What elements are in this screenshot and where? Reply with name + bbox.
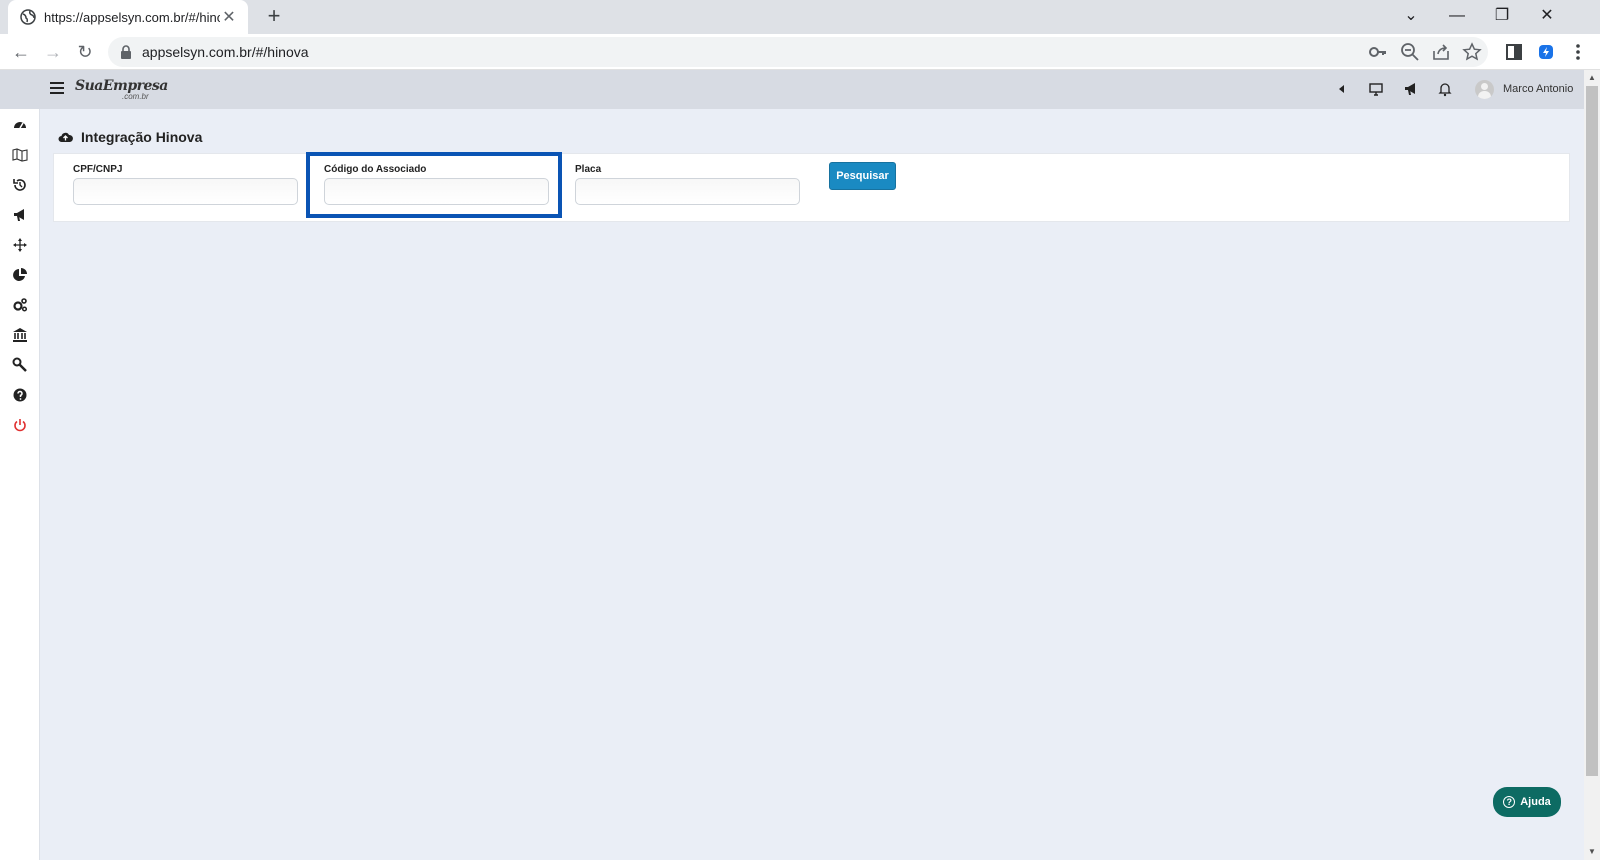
scroll-thumb[interactable] xyxy=(1586,86,1598,776)
restore-icon[interactable]: ❐ xyxy=(1487,4,1517,28)
hamburger-menu-icon[interactable] xyxy=(50,82,64,96)
monitor-icon[interactable] xyxy=(1368,81,1384,97)
side-panel-icon[interactable] xyxy=(1502,40,1526,64)
sidebar xyxy=(0,109,40,860)
scroll-up-icon[interactable]: ▲ xyxy=(1588,73,1596,82)
cpf-label: CPF/CNPJ xyxy=(73,164,123,175)
address-url: appselsyn.com.br/#/hinova xyxy=(142,44,309,60)
megaphone-icon[interactable] xyxy=(12,207,28,223)
reload-button[interactable]: ↻ xyxy=(73,40,97,64)
wrench-icon[interactable] xyxy=(12,357,28,373)
user-name[interactable]: Marco Antonio xyxy=(1503,83,1573,95)
minimize-icon[interactable]: — xyxy=(1442,4,1472,28)
placa-input[interactable] xyxy=(575,178,800,205)
tab-title: https://appselsyn.com.br/#/hinova xyxy=(44,9,220,25)
lock-icon xyxy=(121,45,131,59)
tab-search-icon[interactable]: ⌄ xyxy=(1396,4,1426,28)
brand-logo-suffix: .com.br xyxy=(122,92,149,101)
browser-tab-bar: https://appselsyn.com.br/#/hinova ✕ + ⌄ … xyxy=(0,0,1600,34)
app-header: SuaEmpresa .com.br Marco Antonio xyxy=(0,70,1584,109)
pie-chart-icon[interactable] xyxy=(12,267,28,283)
user-avatar[interactable] xyxy=(1475,80,1494,99)
cogs-icon[interactable] xyxy=(12,297,28,313)
close-tab-icon[interactable]: ✕ xyxy=(220,7,238,27)
extension-icon[interactable] xyxy=(1534,40,1558,64)
bell-icon[interactable] xyxy=(1437,81,1453,97)
megaphone-icon[interactable] xyxy=(1403,81,1419,97)
focus-highlight-box xyxy=(306,152,562,218)
power-icon[interactable] xyxy=(12,417,28,433)
scroll-down-icon[interactable]: ▼ xyxy=(1588,847,1596,856)
search-panel: CPF/CNPJ Código do Associado Placa xyxy=(53,153,1570,222)
question-icon: ? xyxy=(1503,796,1516,808)
page-title-bar: Integração Hinova xyxy=(58,129,202,145)
app-container: SuaEmpresa .com.br Marco Antonio Integra… xyxy=(0,70,1584,860)
cloud-upload-icon xyxy=(58,132,73,142)
share-icon[interactable] xyxy=(1431,42,1451,62)
close-window-icon[interactable]: ✕ xyxy=(1532,4,1562,28)
move-icon[interactable] xyxy=(12,237,28,253)
globe-icon xyxy=(20,9,36,25)
help-button[interactable]: ? Ajuda xyxy=(1493,787,1561,817)
history-icon[interactable] xyxy=(12,177,28,193)
help-icon[interactable] xyxy=(12,387,28,403)
menu-icon[interactable] xyxy=(1566,40,1590,64)
dashboard-icon[interactable] xyxy=(12,117,28,133)
forward-button[interactable]: → xyxy=(41,40,65,64)
zoom-out-icon[interactable] xyxy=(1400,42,1420,62)
key-icon[interactable] xyxy=(1368,42,1388,62)
collapse-icon[interactable] xyxy=(1334,81,1350,97)
page-title: Integração Hinova xyxy=(81,129,203,145)
star-icon[interactable] xyxy=(1462,42,1482,62)
search-button[interactable]: Pesquisar xyxy=(829,162,896,190)
browser-tab[interactable]: https://appselsyn.com.br/#/hinova ✕ xyxy=(8,0,248,34)
address-bar[interactable]: appselsyn.com.br/#/hinova xyxy=(108,37,1488,67)
page-scrollbar[interactable]: ▲ ▼ xyxy=(1584,70,1600,860)
new-tab-button[interactable]: + xyxy=(262,5,286,29)
help-label: Ajuda xyxy=(1520,796,1551,808)
bank-icon[interactable] xyxy=(12,327,28,343)
cpf-input[interactable] xyxy=(73,178,298,205)
placa-label: Placa xyxy=(575,164,602,175)
back-button[interactable]: ← xyxy=(9,40,33,64)
browser-toolbar: ← → ↻ appselsyn.com.br/#/hinova xyxy=(0,34,1600,70)
map-icon[interactable] xyxy=(12,147,28,163)
